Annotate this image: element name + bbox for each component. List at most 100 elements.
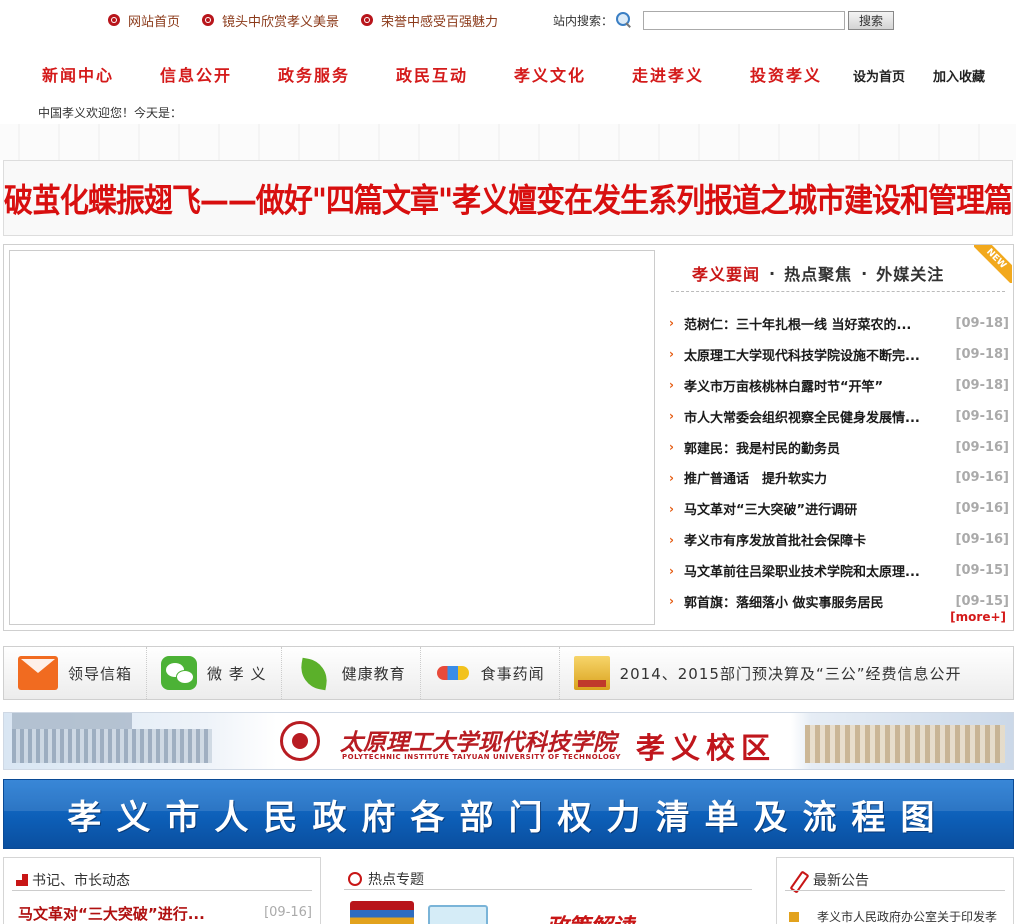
chevron-right-icon: › [669,501,674,516]
books-image[interactable] [350,901,414,924]
search-input[interactable] [643,10,846,30]
pen-icon [789,871,807,889]
search-label: 站内搜索： [553,13,614,28]
quick-link-budget[interactable]: 2014、2015部门预决算及“三公”经费信息公开 [560,647,976,699]
tab-xiaoyi-news[interactable]: 孝义要闻 [692,261,760,285]
chevron-right-icon: › [669,316,674,331]
leaf-icon [296,656,332,690]
nav-interaction[interactable]: 政民互动 [396,62,468,86]
policy-interpretation-title[interactable]: 政策解读 [546,909,634,924]
news-title[interactable]: 推广普通话 提升软实力 [684,468,946,487]
news-title[interactable]: 孝义市有序发放首批社会保障卡 [684,530,946,549]
news-title[interactable]: 郭建民：我是村民的勤务员 [684,438,946,457]
nav-about[interactable]: 走进孝义 [632,62,704,86]
nav-news-center[interactable]: 新闻中心 [42,62,114,86]
college-banner[interactable]: 太原理工大学现代科技学院 POLYTECHNIC INSTITUTE TAIYU… [3,712,1014,770]
chevron-right-icon: › [669,563,674,578]
news-title[interactable]: 孝义市万亩核桃林白露时节“开竿” [684,376,946,395]
add-favorite-link[interactable]: 加入收藏 [933,66,985,85]
news-date: [09-16] [955,439,1009,455]
search-icon [615,11,633,29]
chevron-right-icon: › [669,378,674,393]
quick-link-label: 食事药闻 [480,664,545,683]
divider [12,890,312,891]
quick-link-label: 健康教育 [341,664,406,683]
news-title[interactable]: 马文革前往吕梁职业技术学院和太原理... [684,561,946,580]
panel-title: 最新公告 [789,870,869,890]
book-image[interactable] [428,905,488,924]
main-nav: 新闻中心 信息公开 政务服务 政民互动 孝义文化 走进孝义 投资孝义 设为首页 … [0,62,1016,86]
quick-link-leader-mailbox[interactable]: 领导信箱 [4,647,148,699]
tab-separator: · [769,263,776,283]
list-item[interactable]: 马文革对“三大突破”进行... [09-16] [18,903,312,924]
toplink-honor[interactable]: 荣誉中感受百强魅力 [361,11,498,30]
quick-link-food-drug[interactable]: 食事药闻 [421,647,560,699]
list-item[interactable]: › 马文革前往吕梁职业技术学院和太原理... [09-15] [669,555,1009,586]
nav-info-public[interactable]: 信息公开 [160,62,232,86]
headline-banner[interactable]: 破茧化蝶振翅飞——做好"四篇文章"孝义嬗变在发生系列报道之城市建设和管理篇 [3,160,1013,236]
topic-icon [348,872,362,886]
nav-gov-service[interactable]: 政务服务 [278,62,350,86]
mail-icon [18,656,58,690]
set-homepage-link[interactable]: 设为首页 [853,66,905,85]
news-title[interactable]: 郭首旗：落细落小 做实事服务居民 [684,592,946,611]
chevron-right-icon: › [669,409,674,424]
chevron-right-icon: › [669,594,674,609]
divider [671,291,1005,292]
panel-title: 书记、市长动态 [16,870,130,890]
chevron-right-icon: › [669,440,674,454]
list-item[interactable]: › 马文革对“三大突破”进行调研 [09-16] [669,493,1009,524]
decorative-band [0,124,1016,160]
news-date: [09-18] [955,377,1009,393]
news-date: [09-15] [955,593,1009,609]
search-button[interactable]: 搜索 [848,10,895,30]
list-item[interactable]: › 太原理工大学现代科技学院设施不断完... [09-18] [669,339,1009,370]
college-name: 太原理工大学现代科技学院 [340,729,616,756]
quick-link-label: 微 孝 义 [207,664,267,683]
list-item[interactable]: › 推广普通话 提升软实力 [09-16] [669,462,1009,493]
toplink-label: 镜头中欣赏孝义美景 [222,14,340,30]
quick-links-bar: 领导信箱 微 孝 义 健康教育 食事药闻 2014、2015部门预决算及“三公”… [3,646,1014,700]
news-date: [09-16] [955,470,1009,486]
toplink-label: 荣誉中感受百强魅力 [381,14,499,30]
list-item[interactable]: › 孝义市有序发放首批社会保障卡 [09-16] [669,524,1009,555]
tab-foreign-media[interactable]: 外媒关注 [876,261,944,285]
panel-title: 热点专题 [348,869,424,889]
welcome-text: 中国孝义欢迎您！今天是： [38,106,183,120]
notice-item[interactable]: 孝义市人民政府办公室关于印发孝 [789,908,997,924]
tab-hot-focus[interactable]: 热点聚焦 [784,261,852,285]
headline-text: 破茧化蝶振翅飞——做好"四篇文章"孝义嬗变在发生系列报道之城市建设和管理篇 [3,181,1013,220]
power-list-banner[interactable]: 孝义市人民政府各部门权力清单及流程图 [3,779,1014,849]
nav-culture[interactable]: 孝义文化 [514,62,586,86]
nav-invest[interactable]: 投资孝义 [750,62,822,86]
chevron-right-icon: › [669,532,674,547]
news-date: [09-16] [955,408,1009,424]
quick-link-health[interactable]: 健康教育 [282,647,421,699]
news-title[interactable]: 太原理工大学现代科技学院设施不断完... [684,345,946,364]
news-date: [09-18] [955,346,1009,362]
news-title[interactable]: 市人大常委会组织视察全民健身发展情... [684,407,946,426]
bullet-icon [202,14,215,26]
divider [785,890,1005,891]
list-item[interactable]: › 市人大常委会组织视察全民健身发展情... [09-16] [669,401,1009,432]
gold-icon [573,656,610,690]
new-badge-text: NEW [974,245,1012,283]
image-slider[interactable] [9,250,655,625]
building-image [805,725,1005,763]
food-icon [435,656,471,690]
leader-news-title[interactable]: 马文革对“三大突破”进行... [18,903,258,924]
list-item[interactable]: › 范树仁：三十年扎根一线 当好菜农的... [09-18] [669,308,1009,339]
toplink-scenery[interactable]: 镜头中欣赏孝义美景 [202,11,339,30]
panel-title-text: 热点专题 [368,872,424,888]
list-item[interactable]: › 郭建民：我是村民的勤务员 [09-16] [669,432,1009,463]
toplink-home[interactable]: 网站首页 [108,11,180,30]
quick-link-label: 领导信箱 [68,664,133,683]
news-list: › 范树仁：三十年扎根一线 当好菜农的... [09-18] › 太原理工大学现代科技… [669,308,1009,617]
list-item[interactable]: › 孝义市万亩核桃林白露时节“开竿” [09-18] [669,370,1009,401]
panel-title-text: 最新公告 [813,873,869,889]
more-link[interactable]: [more+] [950,610,1006,624]
quick-link-wechat[interactable]: 微 孝 义 [147,647,282,699]
news-title[interactable]: 马文革对“三大突破”进行调研 [684,499,946,518]
news-title[interactable]: 范树仁：三十年扎根一线 当好菜农的... [684,314,946,333]
tab-separator: · [861,263,868,283]
